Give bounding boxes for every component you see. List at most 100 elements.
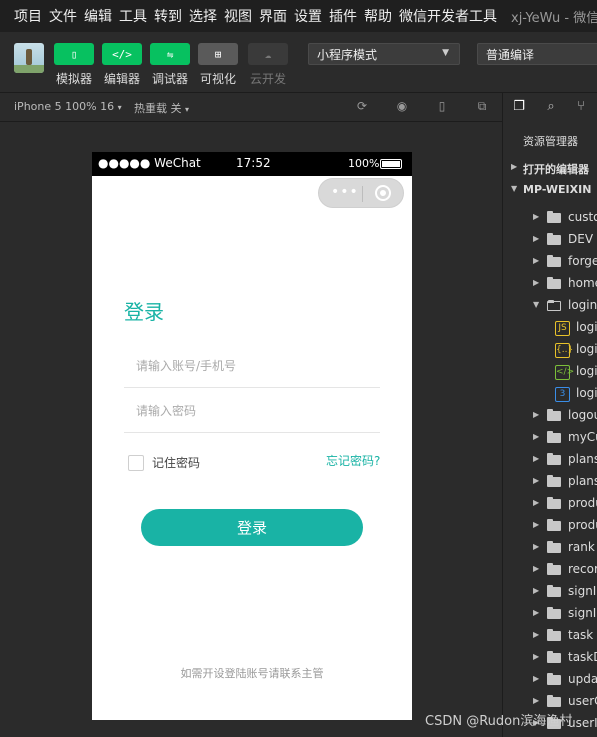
search-icon[interactable]: ⌕ [543, 99, 559, 115]
folder-icon [547, 475, 561, 487]
chevron-right-icon: ▶ [533, 520, 540, 529]
footer-note: 如需开设登陆账号请联系主管 [180, 667, 324, 680]
tree-folder[interactable]: ▶ logou [503, 405, 597, 427]
file-type-icon: </> [555, 365, 574, 380]
tree-folder-name: produ [568, 496, 597, 510]
device-icon[interactable]: ▯ [435, 99, 449, 113]
tree-folder[interactable]: ▶ home [503, 273, 597, 295]
chevron-right-icon: ▶ [533, 674, 540, 683]
toolbar: ▯ 模拟器 </> 编辑器 ⇋ 调试器 ⊞ 可视化 ☁ 云开发 小程序模式 ▼ … [0, 32, 597, 93]
tree-file-name: logi [576, 342, 597, 356]
file-type-icon: JS [555, 321, 570, 336]
tree-file[interactable]: {..} logi [503, 339, 597, 361]
folder-icon [547, 431, 561, 443]
activity-tabs: ❐ ⌕ ⑂ [503, 93, 597, 121]
menu-item-goto[interactable]: 转到 [147, 6, 182, 26]
login-button[interactable]: 登录 [141, 509, 363, 546]
menu-item-select[interactable]: 选择 [182, 6, 217, 26]
menu-item-plugins[interactable]: 插件 [322, 6, 357, 26]
chevron-right-icon: ▶ [533, 234, 540, 243]
tree-folder-name: userC [568, 694, 597, 708]
debugger-button[interactable]: ⇋ [150, 43, 190, 65]
chevron-down-icon: ▼ [533, 300, 540, 309]
folder-icon [547, 585, 561, 597]
tree-folder[interactable]: ▶ rank [503, 537, 597, 559]
editor-button[interactable]: </> [102, 43, 142, 65]
tree-folder-name: taskD [568, 650, 597, 664]
compile-select[interactable]: 普通编译 [477, 43, 597, 65]
tree-file[interactable]: </> logi [503, 361, 597, 383]
tree-folder[interactable]: ▶ task [503, 625, 597, 647]
refresh-icon[interactable]: ⟳ [355, 99, 369, 113]
menu-item-interface[interactable]: 界面 [252, 6, 287, 26]
layout-icon: ⊞ [214, 47, 222, 61]
folder-icon [547, 277, 561, 289]
tree-folder[interactable]: ▼ login [503, 295, 597, 317]
menu-item-project[interactable]: 项目 [0, 6, 42, 26]
account-input[interactable] [134, 350, 378, 382]
menu-item-devtools[interactable]: 微信开发者工具 [392, 6, 497, 26]
tree-folder[interactable]: ▶ myCu [503, 427, 597, 449]
more-icon[interactable]: ••• [331, 184, 359, 200]
page-title: 登录 [124, 300, 164, 324]
chevron-right-icon: ▶ [533, 564, 540, 573]
visual-button[interactable]: ⊞ [198, 43, 238, 65]
tree-file[interactable]: JS logi [503, 317, 597, 339]
remember-password[interactable]: 记住密码 [128, 454, 200, 471]
explorer-panel: ❐ ⌕ ⑂ 资源管理器 ▶ 打开的编辑器 ▼ MP-WEIXIN ▶ custo ▶… [502, 93, 597, 737]
tree-folder[interactable]: ▶ forge [503, 251, 597, 273]
stop-icon[interactable]: ◉ [395, 99, 409, 113]
menu-item-file[interactable]: 文件 [42, 6, 77, 26]
tree-folder[interactable]: ▶ taskD [503, 647, 597, 669]
menu-item-view[interactable]: 视图 [217, 6, 252, 26]
window-icon[interactable]: ⧉ [475, 99, 489, 113]
device-select[interactable]: iPhone 5 100% 16 ▾ [14, 100, 122, 113]
chevron-right-icon: ▶ [533, 410, 540, 419]
remember-checkbox[interactable] [128, 454, 144, 471]
chevron-right-icon: ▶ [533, 476, 540, 485]
menu-item-edit[interactable]: 编辑 [77, 6, 112, 26]
mode-select[interactable]: 小程序模式 ▼ [308, 43, 460, 65]
tree-folder[interactable]: ▶ produ [503, 515, 597, 537]
tree-folder[interactable]: ▶ recor [503, 559, 597, 581]
forgot-password-link[interactable]: 忘记密码? [326, 452, 380, 469]
tree-folder-name: logou [568, 408, 597, 422]
tree-folder-name: upda [568, 672, 597, 686]
window-title: xj-YeWu - 微信 [511, 10, 597, 26]
menu-item-tools[interactable]: 工具 [112, 6, 147, 26]
phone-screen: ●●●●● WeChat 17:52 100% ••• 登录 记住密码 忘记密码… [92, 152, 412, 720]
hot-reload-toggle[interactable]: 热重载 关 ▾ [134, 100, 189, 116]
chevron-right-icon: ▶ [533, 652, 540, 661]
tree-folder[interactable]: ▶ signI [503, 581, 597, 603]
project-section[interactable]: ▼ MP-WEIXIN [503, 179, 597, 201]
source-control-icon[interactable]: ⑂ [573, 99, 589, 115]
open-editors-section[interactable]: ▶ 打开的编辑器 [503, 157, 597, 179]
menu-item-settings[interactable]: 设置 [287, 6, 322, 26]
tree-folder[interactable]: ▶ plans [503, 449, 597, 471]
avatar[interactable] [14, 43, 44, 73]
folder-icon [547, 453, 561, 465]
chevron-right-icon: ▶ [533, 212, 540, 221]
tree-folder[interactable]: ▶ produ [503, 493, 597, 515]
tree-folder[interactable]: ▶ DEV [503, 229, 597, 251]
menu-item-help[interactable]: 帮助 [357, 6, 392, 26]
tree-folder[interactable]: ▶ plans [503, 471, 597, 493]
tree-folder-name: userI [568, 716, 597, 730]
watermark: CSDN @Rudon滨海渔村 [425, 714, 573, 729]
tree-folder[interactable]: ▶ signI [503, 603, 597, 625]
tree-folder-name: plans [568, 452, 597, 466]
tree-file-name: logi [576, 386, 597, 400]
chevron-right-icon: ▶ [533, 432, 540, 441]
folder-icon [547, 673, 561, 685]
battery-label: 100% [348, 157, 380, 170]
tree-file[interactable]: 3 logi [503, 383, 597, 405]
password-input[interactable] [134, 395, 378, 427]
files-icon[interactable]: ❐ [511, 99, 527, 115]
close-capsule-icon[interactable] [375, 185, 391, 201]
simulator-button[interactable]: ▯ [54, 43, 94, 65]
tree-folder[interactable]: ▶ custo [503, 207, 597, 229]
tree-folder[interactable]: ▶ upda [503, 669, 597, 691]
tree-file-name: logi [576, 364, 597, 378]
file-type-icon: {..} [555, 343, 573, 358]
cloud-dev-button[interactable]: ☁ [248, 43, 288, 65]
